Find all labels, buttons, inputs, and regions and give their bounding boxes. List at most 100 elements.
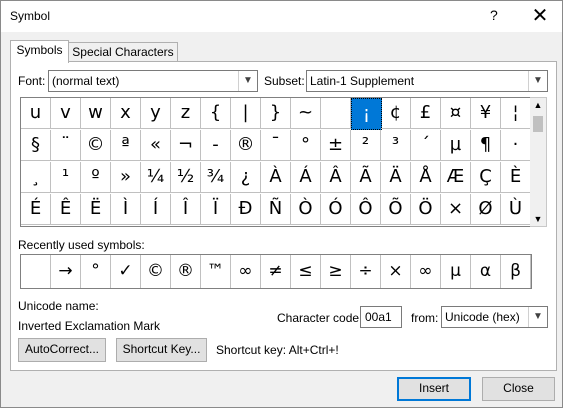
symbol-cell[interactable]: } — [261, 98, 291, 129]
shortcut-key-button[interactable]: Shortcut Key... — [116, 338, 207, 362]
symbol-cell[interactable]: w — [81, 98, 111, 129]
symbol-cell[interactable]: Ê — [51, 194, 81, 225]
symbol-cell[interactable]: ¼ — [141, 162, 171, 193]
symbol-cell[interactable]: µ — [441, 130, 471, 161]
symbol-cell[interactable]: Ò — [291, 194, 321, 225]
symbol-cell[interactable]: £ — [411, 98, 441, 129]
symbol-cell[interactable]: ² — [351, 130, 381, 161]
symbol-cell[interactable]: { — [201, 98, 231, 129]
symbol-cell[interactable]: © — [81, 130, 111, 161]
close-button[interactable]: Close — [482, 377, 555, 401]
symbol-cell[interactable]: § — [21, 130, 51, 161]
symbol-cell[interactable]: ¤ — [441, 98, 471, 129]
symbol-cell[interactable]: Å — [411, 162, 441, 193]
symbol-cell[interactable]: Ä — [381, 162, 411, 193]
symbol-cell[interactable]: - — [201, 130, 231, 161]
symbol-cell[interactable]: y — [141, 98, 171, 129]
help-button[interactable]: ? — [490, 7, 498, 23]
symbol-cell[interactable]: z — [171, 98, 201, 129]
symbol-cell[interactable]: Ù — [501, 194, 531, 225]
symbol-cell[interactable]: ª — [111, 130, 141, 161]
recent-symbol-cell[interactable]: ≠ — [261, 255, 291, 288]
recent-symbol-cell[interactable]: ≤ — [291, 255, 321, 288]
recent-symbol-cell[interactable]: ∞ — [231, 255, 261, 288]
from-dropdown[interactable]: Unicode (hex) ▼ — [441, 306, 548, 328]
recent-symbol-cell[interactable]: ≥ — [321, 255, 351, 288]
symbol-cell[interactable]: ¢ — [381, 98, 411, 129]
symbol-cell[interactable]: Ñ — [261, 194, 291, 225]
symbol-cell[interactable]: ¨ — [51, 130, 81, 161]
symbol-cell[interactable]: « — [141, 130, 171, 161]
recent-symbol-cell[interactable]: × — [381, 255, 411, 288]
symbol-cell[interactable]: Ë — [81, 194, 111, 225]
symbol-cell[interactable]: Ã — [351, 162, 381, 193]
symbol-cell[interactable]: | — [231, 98, 261, 129]
symbol-cell[interactable]: ± — [321, 130, 351, 161]
symbol-cell[interactable]: ¬ — [171, 130, 201, 161]
recent-symbol-cell[interactable]: ™ — [201, 255, 231, 288]
recent-symbols-grid[interactable]: → ° ✓ © ® ™ ∞ ≠ ≤ ≥ ÷ × ∞ µ α β — [20, 254, 532, 289]
recent-symbol-cell[interactable]: → — [51, 255, 81, 288]
autocorrect-button[interactable]: AutoCorrect... — [18, 338, 106, 362]
symbol-cell[interactable]: × — [441, 194, 471, 225]
subset-dropdown[interactable]: Latin-1 Supplement ▼ — [306, 70, 548, 92]
symbol-cell[interactable]: ¿ — [231, 162, 261, 193]
symbol-cell[interactable]: Ç — [471, 162, 501, 193]
symbol-grid[interactable]: u v w x y z{|} ~ ¡ ¢ £ ¤ ¥ ¦ § ¨ © ª «¬ - ® ¯ ° ± ² ³ ´ µ ¶ · ¸ ¹ º» ¼ ½ ¾… — [20, 97, 532, 227]
recent-symbol-cell[interactable]: ∞ — [411, 255, 441, 288]
symbol-cell[interactable]: À — [261, 162, 291, 193]
symbol-cell[interactable]: ~ — [291, 98, 321, 129]
symbol-cell[interactable]: Ó — [321, 194, 351, 225]
symbol-cell[interactable]: » — [111, 162, 141, 193]
symbol-cell[interactable]: Æ — [441, 162, 471, 193]
symbol-cell[interactable]: Õ — [381, 194, 411, 225]
symbol-cell[interactable]: ¹ — [51, 162, 81, 193]
symbol-cell[interactable]: x — [111, 98, 141, 129]
recent-symbol-cell[interactable]: ÷ — [351, 255, 381, 288]
symbol-cell[interactable]: ³ — [381, 130, 411, 161]
symbol-cell[interactable]: Ð — [231, 194, 261, 225]
recent-symbol-cell[interactable]: ® — [171, 255, 201, 288]
symbol-cell[interactable]: È — [501, 162, 531, 193]
triangle-down-icon[interactable]: ▼ — [530, 214, 546, 224]
symbol-cell[interactable]: º — [81, 162, 111, 193]
symbol-cell[interactable]: Ì — [111, 194, 141, 225]
recent-symbol-cell[interactable]: ° — [81, 255, 111, 288]
font-dropdown[interactable]: (normal text) ▼ — [48, 70, 258, 92]
recent-symbol-cell[interactable]: β — [501, 255, 531, 288]
symbol-grid-scrollbar[interactable]: ▲ ▼ — [530, 97, 547, 227]
symbol-cell[interactable]: ® — [231, 130, 261, 161]
symbol-cell[interactable]: Í — [141, 194, 171, 225]
recent-symbol-cell[interactable]: µ — [441, 255, 471, 288]
symbol-cell[interactable]: Î — [171, 194, 201, 225]
tab-symbols[interactable]: Symbols — [10, 40, 69, 63]
symbol-cell[interactable]: ¡ — [351, 98, 382, 130]
character-code-input[interactable]: 00a1 — [360, 306, 402, 328]
symbol-cell[interactable]: · — [501, 130, 531, 161]
symbol-cell[interactable]: Ø — [471, 194, 501, 225]
symbol-cell[interactable]: ½ — [171, 162, 201, 193]
triangle-up-icon[interactable]: ▲ — [530, 100, 546, 110]
recent-symbol-cell[interactable]: α — [471, 255, 501, 288]
close-icon[interactable]: ✕ — [525, 4, 555, 28]
symbol-cell[interactable]: Á — [291, 162, 321, 193]
symbol-cell[interactable]: Ö — [411, 194, 441, 225]
symbol-cell[interactable]: É — [21, 194, 51, 225]
symbol-cell[interactable]: ¯ — [261, 130, 291, 161]
symbol-cell[interactable] — [321, 98, 351, 129]
recent-symbol-cell[interactable] — [21, 255, 51, 288]
symbol-cell[interactable]: ´ — [411, 130, 441, 161]
recent-symbol-cell[interactable]: ✓ — [111, 255, 141, 288]
symbol-cell[interactable]: ¶ — [471, 130, 501, 161]
symbol-cell[interactable]: ¾ — [201, 162, 231, 193]
symbol-cell[interactable]: Ô — [351, 194, 381, 225]
insert-button[interactable]: Insert — [397, 377, 471, 401]
symbol-cell[interactable]: ¥ — [471, 98, 501, 129]
scroll-thumb[interactable] — [533, 116, 543, 132]
symbol-cell[interactable]: v — [51, 98, 81, 129]
symbol-cell[interactable]: Ï — [201, 194, 231, 225]
recent-symbol-cell[interactable]: © — [141, 255, 171, 288]
symbol-cell[interactable]: ¸ — [21, 162, 51, 193]
symbol-cell[interactable]: ° — [291, 130, 321, 161]
symbol-cell[interactable]: Â — [321, 162, 351, 193]
